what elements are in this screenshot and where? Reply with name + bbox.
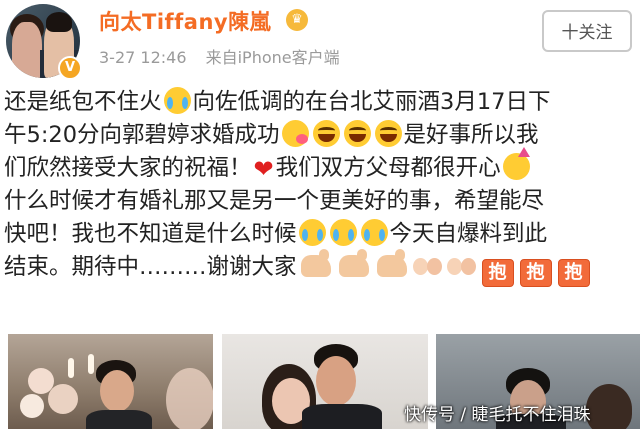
grin-emoji-icon [343,120,371,147]
crying-laugh-emoji-icon [360,219,388,246]
post-timestamp: 3-27 12:46 [99,48,187,67]
photo-thumbnail[interactable] [222,334,428,429]
post-line: 快吧！我也不知道是什么时候 今天自爆料到此 [4,219,548,247]
tongue-emoji-icon [281,120,309,147]
clap-hand-icon [338,249,369,277]
post-line: 们欣然接受大家的祝福！❤我们双方父母都很开心 [4,147,636,185]
crown-vip-icon[interactable]: ♛ [286,9,308,31]
clap-hand-icon [376,249,407,277]
party-emoji-icon [502,147,530,180]
post-text: 还是纸包不住火 向佐低调的在台北艾丽酒3月17日下 午5:20分向郭碧婷求婚成功是… [4,86,636,287]
kiss-couple-icon [446,254,477,278]
hug-sticker-icon: 抱 [481,259,514,287]
post-meta: 3-27 12:46 来自iPhone客户端 [99,44,354,68]
crying-laugh-emoji-icon [163,87,191,114]
follow-button[interactable]: 十关注 [542,10,632,52]
user-name[interactable]: 向太Tiffany陳嵐 [99,6,271,36]
crying-laugh-emoji-icon [298,219,326,246]
watermark: 快传号 / 睫毛托不住泪珠 [404,405,591,425]
grin-emoji-icon [374,120,402,147]
hug-sticker-icon: 抱 [557,259,590,287]
post-line: 结束。期待中………谢谢大家抱抱抱 [4,249,636,287]
photo-thumbnail[interactable] [8,334,213,429]
post-line: 还是纸包不住火 向佐低调的在台北艾丽酒3月17日下 [4,87,551,115]
post-source: 来自iPhone客户端 [205,48,340,67]
clap-hand-icon [300,249,331,277]
post-line: 什么时候才有婚礼那又是另一个更美好的事，希望能尽 [4,188,545,214]
verified-v-icon: V [58,56,82,80]
crying-laugh-emoji-icon [329,219,357,246]
hug-sticker-icon: 抱 [519,259,552,287]
kiss-couple-icon [412,254,443,278]
post-line: 午5:20分向郭碧婷求婚成功 是好事所以我 [4,120,539,148]
grin-emoji-icon [312,120,340,147]
post-header: V 向太Tiffany陳嵐 ♛ 3-27 12:46 来自iPhone客户端 十… [0,0,640,88]
heart-icon: ❤ [253,155,274,183]
